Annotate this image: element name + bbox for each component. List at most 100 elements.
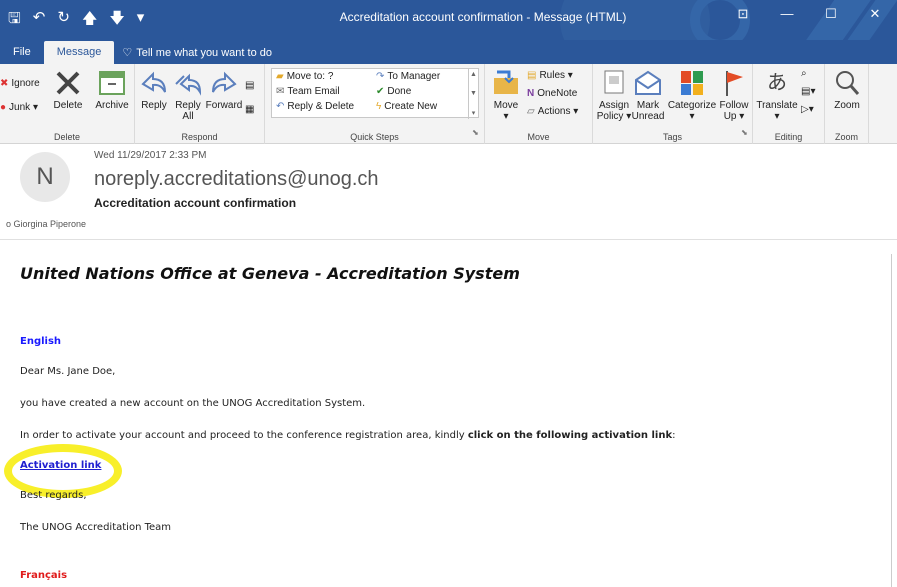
lightbulb-icon: ♡ (122, 47, 133, 59)
ignore-icon: ✖ (0, 78, 9, 89)
magnifier-icon (832, 68, 862, 98)
scroll-down-icon[interactable]: ▼ (470, 90, 477, 97)
zoom-button[interactable]: Zoom (829, 68, 865, 111)
reply-all-button[interactable]: Reply All (171, 68, 205, 122)
reply-icon (139, 68, 169, 98)
close-icon[interactable]: ✕ (853, 6, 897, 22)
select-icon[interactable]: ▷▾ (801, 104, 814, 115)
mark-unread-icon (633, 68, 663, 98)
meeting-icon[interactable]: ▦ (245, 104, 254, 115)
flag-icon (719, 68, 749, 98)
rules-button[interactable]: ▤ Rules ▾ (527, 70, 573, 81)
archive-icon (97, 68, 127, 98)
quick-step-create-new[interactable]: ϟ Create New (376, 101, 437, 112)
group-zoom: Zoom Zoom (825, 64, 869, 144)
vertical-scrollbar[interactable] (891, 254, 897, 587)
actions-button[interactable]: ▱ Actions ▾ (527, 106, 578, 117)
forward-small-icon: ↷ (376, 71, 385, 82)
signature-text: The UNOG Accreditation Team (20, 522, 172, 533)
junk-icon: ● (0, 102, 7, 113)
translate-icon: あ (767, 71, 787, 94)
reply-delete-icon: ↶ (276, 101, 285, 112)
quick-step-to-manager[interactable]: ↷ To Manager (376, 71, 440, 82)
email-heading: United Nations Office at Geneva - Accred… (20, 264, 520, 283)
checkmark-icon: ✔ (376, 86, 385, 97)
group-label-delete: Delete (53, 132, 80, 142)
archive-button[interactable]: Archive (92, 68, 132, 111)
translate-button[interactable]: あ Translate ▾ (755, 68, 799, 123)
group-label-respond: Respond (181, 132, 218, 142)
reply-button[interactable]: Reply (137, 68, 171, 111)
folder-icon: ▰ (276, 71, 284, 82)
quick-step-done[interactable]: ✔ Done (376, 86, 411, 97)
previous-item-icon[interactable]: 🡅 (82, 8, 97, 33)
mark-unread-button[interactable]: Mark Unread (632, 68, 664, 122)
find-icon[interactable]: ⌕ (801, 68, 807, 79)
activation-link[interactable]: Activation link (20, 460, 101, 471)
tell-me-box[interactable]: ♡ Tell me what you want to do (114, 41, 280, 64)
avatar[interactable]: N (20, 152, 70, 202)
section-french: Français (20, 570, 68, 581)
related-icon[interactable]: ▤▾ (801, 86, 815, 97)
tell-me-text: Tell me what you want to do (136, 46, 272, 59)
forward-icon (209, 68, 239, 98)
group-quick-steps: ▰ Move to: ? ✉ Team Email ↶ Reply & Dele… (265, 64, 485, 144)
scroll-up-icon[interactable]: ▲ (470, 71, 477, 78)
ribbon-display-icon[interactable]: ⊡ (721, 6, 765, 22)
group-label-editing: Editing (774, 132, 803, 142)
move-folder-icon (491, 68, 521, 98)
more-respond-icon[interactable]: ▤ (245, 80, 254, 91)
regards-text: Best regards, (20, 490, 87, 501)
minimize-icon[interactable]: — (765, 6, 809, 22)
quick-step-move-to[interactable]: ▰ Move to: ? (276, 71, 333, 82)
onenote-icon: N (527, 88, 535, 99)
reply-all-icon (173, 68, 203, 98)
customize-toolbar-icon[interactable]: ▾ (137, 8, 145, 33)
delete-x-icon (53, 68, 83, 98)
tab-file[interactable]: File (0, 41, 44, 64)
undo-icon[interactable]: ↶ (33, 8, 46, 33)
lightning-icon: ϟ (376, 101, 382, 112)
group-editing: あ Translate ▾ ⌕ ▤▾ ▷▾ Editing (753, 64, 825, 144)
expand-gallery-icon[interactable]: ▾ (472, 109, 476, 117)
message-sender[interactable]: noreply.accreditations@unog.ch (94, 168, 379, 191)
policy-icon (599, 68, 629, 98)
categorize-button[interactable]: Categorize ▾ (667, 68, 717, 122)
ribbon-tabs: File Message ♡ Tell me what you want to … (0, 40, 897, 64)
section-english: English (20, 336, 62, 347)
greeting-text: Dear Ms. Jane Doe, (20, 366, 116, 377)
redo-icon[interactable]: ↻ (57, 8, 70, 33)
maximize-icon[interactable]: ☐ (809, 6, 853, 22)
tab-message[interactable]: Message (43, 41, 115, 64)
next-item-icon[interactable]: 🡇 (109, 8, 124, 33)
message-recipient: o Giorgina Piperone (6, 219, 87, 229)
quick-step-reply-delete[interactable]: ↶ Reply & Delete (276, 101, 354, 112)
message-header: N Wed 11/29/2017 2:33 PM noreply.accredi… (0, 144, 897, 240)
quick-access-toolbar: 🖫 ↶ ↻ 🡅 🡇 ▾ (8, 8, 144, 33)
save-icon[interactable]: 🖫 (8, 8, 21, 33)
categorize-icon (677, 68, 707, 98)
message-body: United Nations Office at Geneva - Accred… (4, 240, 880, 587)
window-title: Accreditation account confirmation - Mes… (339, 10, 627, 24)
delete-button[interactable]: Delete (48, 68, 88, 111)
message-date: Wed 11/29/2017 2:33 PM (94, 150, 207, 161)
group-tags: Assign Policy ▾ Mark Unread Categorize ▾… (593, 64, 753, 144)
forward-button[interactable]: Forward (205, 68, 243, 111)
quick-step-team-email[interactable]: ✉ Team Email (276, 86, 340, 97)
move-button[interactable]: Move ▾ (491, 68, 521, 122)
title-bar: 🖫 ↶ ↻ 🡅 🡇 ▾ Accreditation account confir… (0, 0, 897, 40)
quick-steps-scroll[interactable]: ▲ ▼ ▾ (468, 69, 478, 119)
follow-up-button[interactable]: Follow Up ▾ (717, 68, 751, 122)
group-delete: ✖ Ignore ● Junk ▾ Delete Archive Delete (0, 64, 135, 144)
junk-button[interactable]: ● Junk ▾ (0, 102, 38, 113)
actions-icon: ▱ (527, 106, 535, 117)
group-label-quick-steps: Quick Steps (350, 132, 399, 142)
group-respond: Reply Reply All Forward ▤ ▦ Respond (135, 64, 265, 144)
assign-policy-button[interactable]: Assign Policy ▾ (595, 68, 633, 122)
onenote-button[interactable]: N OneNote (527, 88, 577, 99)
message-subject: Accreditation account confirmation (94, 196, 297, 210)
quick-steps-gallery: ▰ Move to: ? ✉ Team Email ↶ Reply & Dele… (271, 68, 479, 119)
ignore-button[interactable]: ✖ Ignore (0, 78, 40, 89)
instruction-text: In order to activate your account and pr… (20, 430, 676, 441)
group-label-move: Move (527, 132, 550, 142)
